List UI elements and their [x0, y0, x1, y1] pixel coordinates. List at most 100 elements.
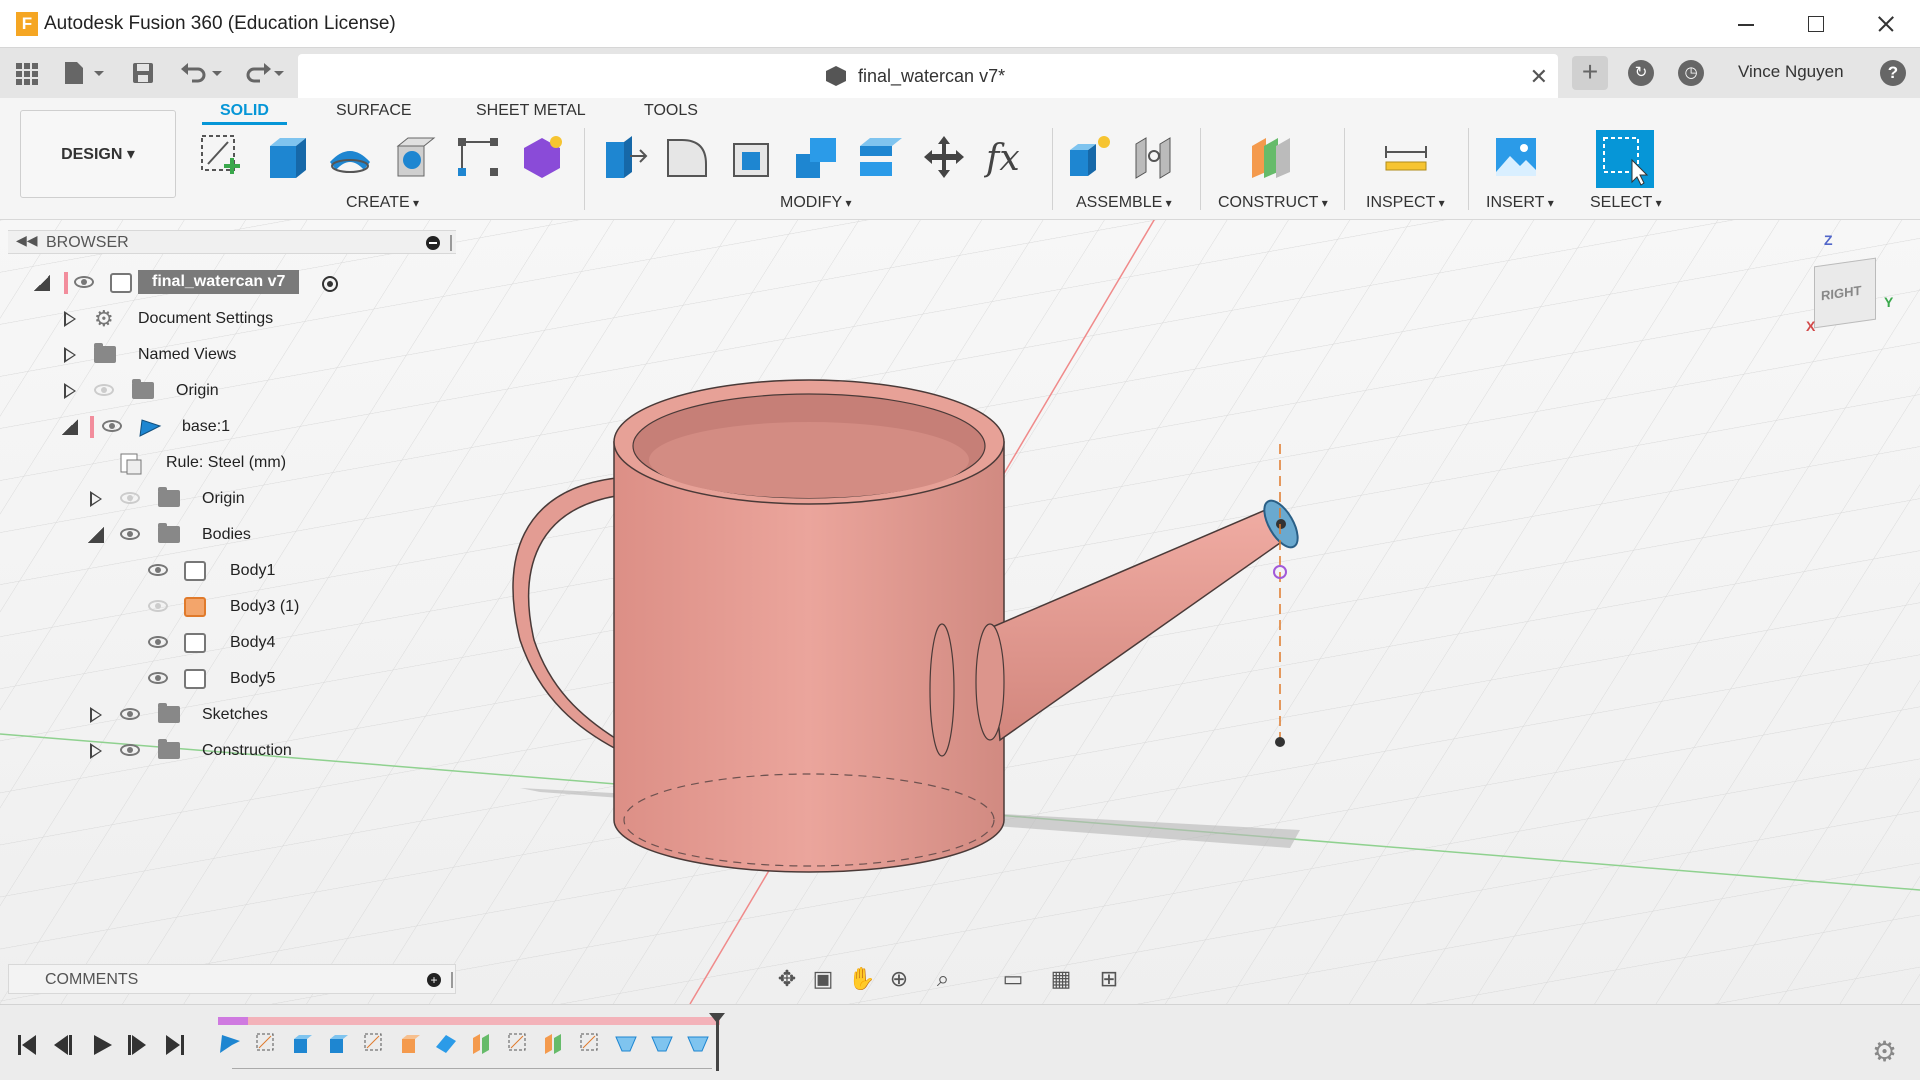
combine-icon[interactable] [792, 132, 840, 182]
visibility-eye-icon[interactable] [120, 528, 140, 540]
grid-settings-icon[interactable]: ▦ [1048, 966, 1074, 992]
panel-grip-icon[interactable] [451, 972, 453, 988]
redo-icon[interactable] [240, 60, 286, 86]
timeline-feature-extrude-icon[interactable] [326, 1031, 350, 1055]
file-menu-icon[interactable] [62, 60, 106, 86]
timeline-feature-loft-icon[interactable] [614, 1031, 638, 1055]
visibility-eye-icon[interactable] [148, 600, 168, 612]
select-menu[interactable]: SELECT [1590, 194, 1662, 212]
timeline-first-icon[interactable] [16, 1033, 40, 1057]
timeline-play-icon[interactable] [90, 1033, 114, 1057]
offset-plane-icon[interactable] [1246, 132, 1294, 182]
tab-tools[interactable]: TOOLS [644, 102, 698, 120]
activate-radio-icon[interactable] [322, 276, 338, 292]
visibility-eye-icon[interactable] [148, 636, 168, 648]
maximize-button[interactable] [1780, 0, 1850, 48]
change-parameters-icon[interactable]: fx [984, 132, 1032, 182]
visibility-eye-icon[interactable] [120, 708, 140, 720]
visibility-eye-icon[interactable] [102, 420, 122, 432]
tree-item-sketches[interactable]: Sketches [88, 700, 388, 730]
timeline-feature-sketch-icon[interactable] [578, 1031, 602, 1055]
timeline-last-icon[interactable] [164, 1033, 188, 1057]
collapse-panel-icon[interactable]: ◀◀ [16, 232, 38, 249]
fillet-icon[interactable] [664, 132, 712, 182]
document-tab[interactable]: final_watercan v7* ✕ [298, 54, 1558, 98]
save-icon[interactable] [130, 60, 156, 86]
zoom-icon[interactable]: ⊕ [886, 966, 912, 992]
timeline-feature-sketch-icon[interactable] [362, 1031, 386, 1055]
create-sketch-icon[interactable] [198, 132, 246, 182]
expand-arrow-icon[interactable] [64, 383, 76, 399]
data-panel-grid-icon[interactable] [14, 60, 40, 86]
extensions-icon[interactable]: ↻ [1628, 60, 1654, 86]
collapse-arrow-icon[interactable] [62, 419, 78, 435]
tab-solid[interactable]: SOLID [202, 102, 287, 125]
help-icon[interactable]: ? [1880, 60, 1906, 86]
minimize-button[interactable] [1710, 0, 1780, 48]
timeline-feature-extrude-icon[interactable] [290, 1031, 314, 1055]
create-form-icon[interactable] [518, 132, 566, 182]
pan-hand-icon[interactable]: ✋ [848, 966, 875, 992]
browser-options-icon[interactable] [426, 236, 440, 250]
expand-arrow-icon[interactable] [90, 743, 102, 759]
modify-menu[interactable]: MODIFY [780, 194, 852, 212]
select-icon[interactable] [1596, 130, 1654, 188]
tree-item-body5[interactable]: Body5 [146, 664, 406, 694]
comments-panel[interactable]: COMMENTS + [8, 964, 456, 994]
job-status-icon[interactable]: ◷ [1678, 60, 1704, 86]
timeline-feature-loft-icon[interactable] [686, 1031, 710, 1055]
tree-item-base[interactable]: base:1 [60, 412, 360, 442]
can-body[interactable] [613, 441, 1005, 873]
timeline-previous-icon[interactable] [52, 1033, 76, 1057]
tree-item-origin[interactable]: Origin [60, 376, 360, 406]
joint-icon[interactable] [1130, 132, 1178, 182]
tab-surface[interactable]: SURFACE [336, 102, 412, 120]
visibility-eye-icon[interactable] [74, 276, 94, 288]
visibility-eye-icon[interactable] [148, 564, 168, 576]
revolve-icon[interactable] [326, 132, 374, 182]
insert-canvas-icon[interactable] [1492, 132, 1540, 182]
timeline-track[interactable] [218, 1017, 720, 1025]
viewports-icon[interactable]: ⊞ [1096, 966, 1122, 992]
fit-icon[interactable]: ⌕ [930, 966, 956, 992]
add-comment-icon[interactable]: + [427, 973, 441, 987]
measure-icon[interactable] [1382, 132, 1430, 182]
visibility-eye-icon[interactable] [94, 384, 114, 396]
collapse-arrow-icon[interactable] [88, 527, 104, 543]
expand-arrow-icon[interactable] [90, 707, 102, 723]
expand-arrow-icon[interactable] [90, 491, 102, 507]
extrude-icon[interactable] [262, 132, 310, 182]
timeline-feature-component-icon[interactable] [218, 1031, 242, 1055]
tree-item-construction[interactable]: Construction [88, 736, 388, 766]
tree-item-base-origin[interactable]: Origin [88, 484, 388, 514]
timeline-feature-surface-icon[interactable] [434, 1031, 458, 1055]
tree-item-root[interactable]: final_watercan v7 [30, 268, 350, 298]
shell-icon[interactable] [728, 132, 776, 182]
visibility-eye-icon[interactable] [120, 492, 140, 504]
tree-item-document-settings[interactable]: ⚙ Document Settings [60, 304, 360, 334]
tree-item-body3[interactable]: Body3 (1) [146, 592, 406, 622]
timeline-feature-sketch-icon[interactable] [254, 1031, 278, 1055]
tree-item-material-rule[interactable]: Rule: Steel (mm) [116, 448, 416, 478]
visibility-eye-icon[interactable] [148, 672, 168, 684]
timeline-feature-body-icon[interactable] [398, 1031, 422, 1055]
timeline-next-icon[interactable] [126, 1033, 150, 1057]
tab-sheet-metal[interactable]: SHEET METAL [476, 102, 586, 120]
hole-icon[interactable] [390, 132, 438, 182]
tree-item-named-views[interactable]: Named Views [60, 340, 360, 370]
user-account-name[interactable]: Vince Nguyen [1738, 62, 1844, 82]
close-tab-icon[interactable]: ✕ [1530, 64, 1548, 90]
expand-arrow-icon[interactable] [64, 311, 76, 327]
create-menu[interactable]: CREATE [346, 194, 419, 212]
press-pull-icon[interactable] [600, 132, 648, 182]
close-window-button[interactable] [1850, 0, 1920, 48]
tree-item-bodies[interactable]: Bodies [88, 520, 388, 550]
look-at-icon[interactable]: ▣ [810, 966, 836, 992]
timeline-feature-plane-icon[interactable] [542, 1031, 566, 1055]
tree-item-body4[interactable]: Body4 [146, 628, 406, 658]
visibility-eye-icon[interactable] [120, 744, 140, 756]
inspect-menu[interactable]: INSPECT [1366, 194, 1445, 212]
orbit-icon[interactable]: ✥ [774, 966, 800, 992]
assemble-menu[interactable]: ASSEMBLE [1076, 194, 1172, 212]
gear-icon[interactable]: ⚙ [1872, 1035, 1897, 1068]
